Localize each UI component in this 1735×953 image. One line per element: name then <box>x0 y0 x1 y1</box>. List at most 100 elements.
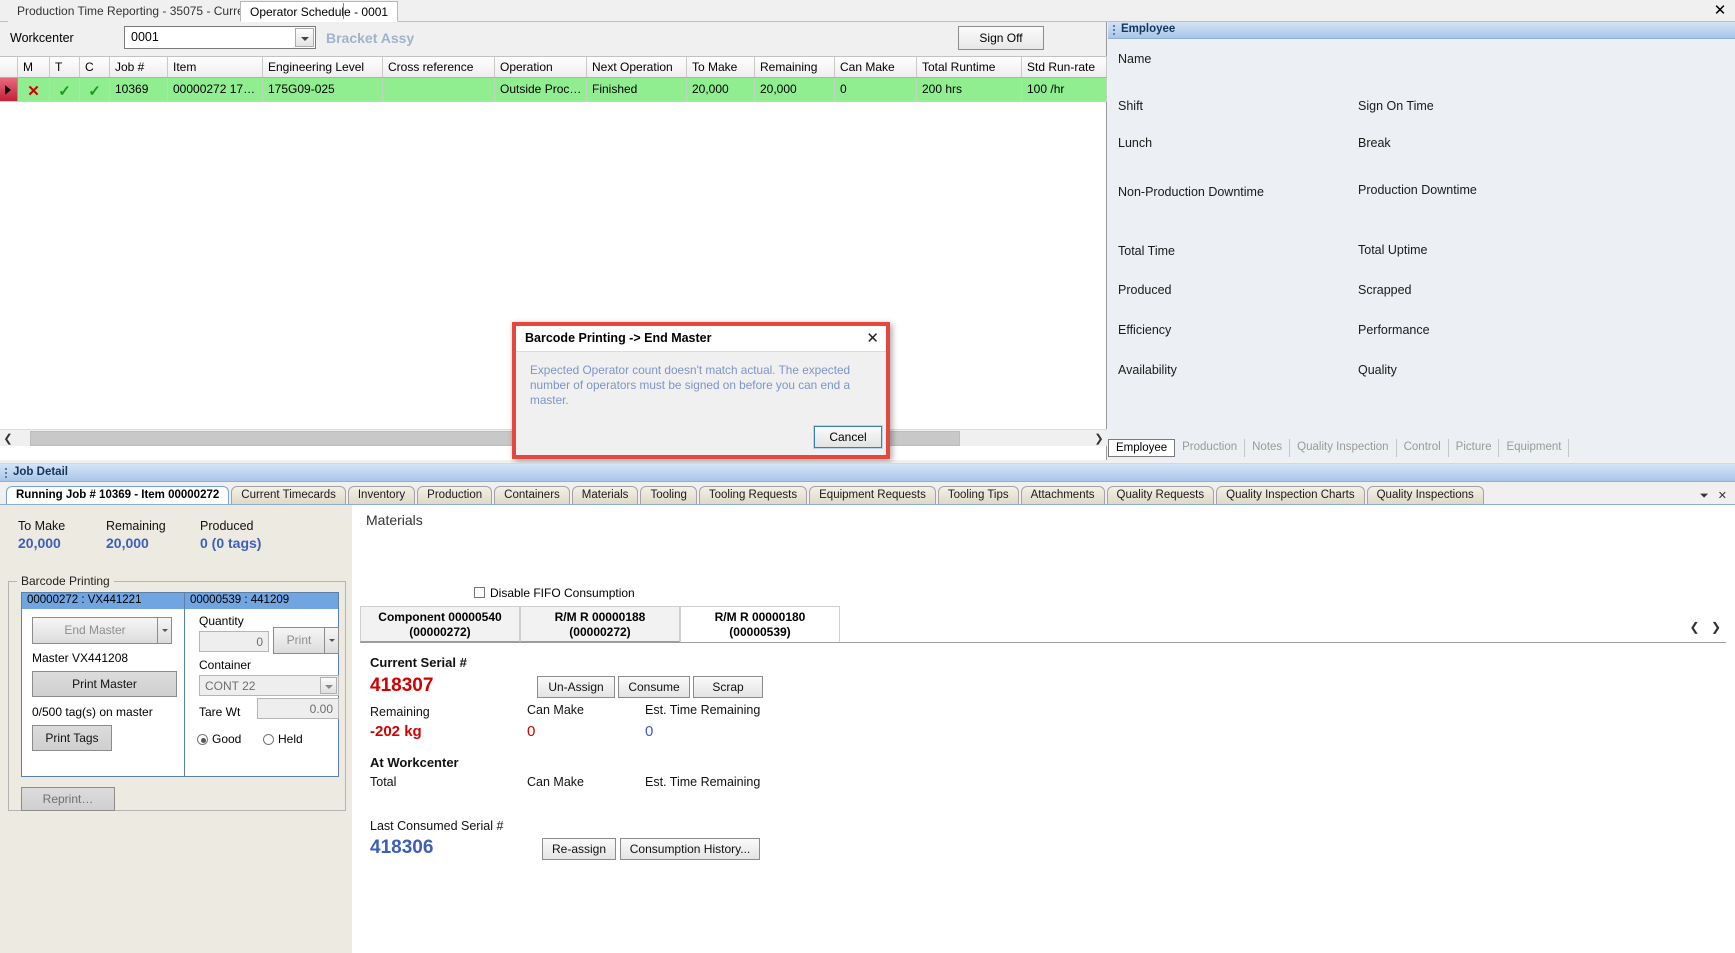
close-icon[interactable]: ✕ <box>866 329 879 347</box>
col-engineering-level[interactable]: Engineering Level <box>263 57 383 77</box>
tab-control[interactable]: Control <box>1397 439 1449 457</box>
tab-operator-schedule[interactable]: Operator Schedule - 0001 <box>240 1 399 22</box>
close-icon[interactable]: ✕ <box>1711 2 1729 20</box>
workcenter-select[interactable]: 0001 <box>124 26 316 49</box>
tab-tooling[interactable]: Tooling <box>640 486 697 505</box>
tab-tooling-tips[interactable]: Tooling Tips <box>937 486 1019 505</box>
print-master-button[interactable]: Print Master <box>32 671 177 697</box>
tab-equipment-label: Equipment <box>1506 441 1562 453</box>
tab-equipment[interactable]: Equipment <box>1499 439 1570 457</box>
tab-production-time-reporting-label: Production Time Reporting - 35075 - Curr… <box>17 4 254 18</box>
scroll-right-icon[interactable]: ❯ <box>1711 620 1721 634</box>
workcenter-row: Workcenter 0001 Bracket Assy <box>0 22 1106 56</box>
print-split-button[interactable]: Print <box>273 627 339 654</box>
col-std-run-rate[interactable]: Std Run-rate <box>1022 57 1107 77</box>
tab-quality-inspection-charts[interactable]: Quality Inspection Charts <box>1216 486 1365 505</box>
consume-button[interactable]: Consume <box>618 676 690 698</box>
col-next-operation[interactable]: Next Operation <box>587 57 687 77</box>
container-label: Container <box>199 658 252 672</box>
stat-to-make-label: To Make <box>18 519 66 533</box>
tab-quality-inspection[interactable]: Quality Inspection <box>1290 439 1397 457</box>
col-c[interactable]: C <box>80 57 110 77</box>
materials-tab-nav[interactable]: ❮ ❯ <box>1690 620 1721 634</box>
can-make-label: Can Make <box>527 703 584 717</box>
material-tab-rm-00000188[interactable]: R/M R 00000188 (00000272) <box>520 606 680 642</box>
table-row[interactable]: ✕ ✓ ✓ 10369 00000272 17… 175G09-025 Outs… <box>0 78 1107 102</box>
col-to-make[interactable]: To Make <box>687 57 755 77</box>
tab-picture[interactable]: Picture <box>1449 439 1500 457</box>
col-remaining[interactable]: Remaining <box>755 57 835 77</box>
scroll-left-icon[interactable]: ❮ <box>0 432 16 445</box>
tab-notes[interactable]: Notes <box>1245 439 1291 457</box>
barcode-right-subpanel: 00000539 : 441209 Quantity 0 Print Conta… <box>184 592 339 777</box>
col-can-make[interactable]: Can Make <box>835 57 917 77</box>
col-t[interactable]: T <box>50 57 80 77</box>
col-job[interactable]: Job # <box>110 57 168 77</box>
tab-quality-requests[interactable]: Quality Requests <box>1106 486 1215 505</box>
barcode-printing-group-title: Barcode Printing <box>17 574 114 588</box>
col-operation[interactable]: Operation <box>495 57 587 77</box>
col-item[interactable]: Item <box>168 57 263 77</box>
quantity-value: 0 <box>256 635 263 649</box>
tab-running-job[interactable]: Running Job # 10369 - Item 00000272 <box>6 486 230 505</box>
tab-close-icon[interactable]: ✕ <box>1718 490 1727 502</box>
tab-production[interactable]: Production <box>417 486 493 505</box>
reprint-button[interactable]: Reprint… <box>21 787 115 811</box>
job-detail-body: To Make 20,000 Remaining 20,000 Produced… <box>0 504 1735 953</box>
tab-containers[interactable]: Containers <box>494 486 570 505</box>
scrap-button[interactable]: Scrap <box>693 676 763 698</box>
scroll-right-icon[interactable]: ❯ <box>1091 432 1107 445</box>
tab-materials[interactable]: Materials <box>571 486 639 505</box>
materials-title: Materials <box>366 512 423 528</box>
window-tab-bar: Production Time Reporting - 35075 - Curr… <box>0 0 1735 22</box>
tab-attachments[interactable]: Attachments <box>1020 486 1105 505</box>
print-button[interactable]: Print <box>273 627 325 654</box>
consume-label: Consume <box>628 680 680 694</box>
chevron-down-icon[interactable] <box>320 677 337 694</box>
cancel-button[interactable]: Cancel <box>813 425 883 449</box>
barcode-right-header-label: 00000539 : 441209 <box>190 594 290 606</box>
quantity-input[interactable]: 0 <box>199 631 269 652</box>
tab-production[interactable]: Production <box>1175 439 1246 457</box>
un-assign-button[interactable]: Un-Assign <box>537 676 615 698</box>
tare-weight-input[interactable]: 0.00 <box>257 698 339 719</box>
employee-field-production-downtime: Production Downtime <box>1358 183 1477 197</box>
employee-field-produced: Produced <box>1118 283 1172 297</box>
chevron-down-icon[interactable] <box>295 28 314 47</box>
materials-detail-pane: Current Serial # 418307 Un-Assign Consum… <box>360 642 1726 952</box>
material-tab-rm-00000180[interactable]: R/M R 00000180 (00000539) <box>680 606 840 642</box>
material-tab-component-00000540[interactable]: Component 00000540 (00000272) <box>360 606 520 642</box>
end-master-button[interactable]: End Master <box>32 617 158 644</box>
sign-off-button[interactable]: Sign Off <box>958 26 1044 50</box>
radio-good-label: Good <box>212 732 242 746</box>
un-assign-label: Un-Assign <box>548 680 604 694</box>
chevron-down-icon[interactable] <box>325 627 339 654</box>
tab-equipment-requests[interactable]: Equipment Requests <box>809 486 936 505</box>
scroll-left-icon[interactable]: ❮ <box>1690 620 1700 634</box>
radio-good[interactable]: Good <box>197 732 241 746</box>
col-total-runtime[interactable]: Total Runtime <box>917 57 1022 77</box>
tab-overflow-icon[interactable]: ⏷ <box>1700 490 1709 502</box>
tab-employee[interactable]: Employee <box>1108 439 1176 457</box>
col-cross-reference[interactable]: Cross reference <box>383 57 495 77</box>
consumption-history-button[interactable]: Consumption History... <box>620 838 760 860</box>
tab-current-timecards[interactable]: Current Timecards <box>231 486 346 505</box>
cell-next-operation: Finished <box>587 78 687 101</box>
end-master-split-button[interactable]: End Master <box>32 617 172 644</box>
cell-item: 00000272 17… <box>168 78 263 101</box>
radio-held[interactable]: Held <box>263 732 303 746</box>
chevron-down-icon[interactable] <box>158 617 172 644</box>
re-assign-button[interactable]: Re-assign <box>542 838 616 860</box>
job-detail-tab-nav[interactable]: ⏷ ✕ <box>1700 489 1727 503</box>
tab-quality-inspections[interactable]: Quality Inspections <box>1366 486 1484 505</box>
container-select[interactable]: CONT 22 <box>199 675 339 696</box>
tab-inventory[interactable]: Inventory <box>347 486 416 505</box>
print-tags-button[interactable]: Print Tags <box>32 725 112 751</box>
tab-production-time-reporting[interactable]: Production Time Reporting - 35075 - Curr… <box>8 1 263 22</box>
stat-to-make: To Make 20,000 <box>18 519 65 551</box>
disable-fifo-checkbox[interactable]: Disable FIFO Consumption <box>474 586 635 600</box>
tab-tooling-requests[interactable]: Tooling Requests <box>698 486 808 505</box>
reprint-label: Reprint… <box>42 792 94 806</box>
col-m[interactable]: M <box>18 57 50 77</box>
remaining-value: -202 kg <box>370 723 422 740</box>
